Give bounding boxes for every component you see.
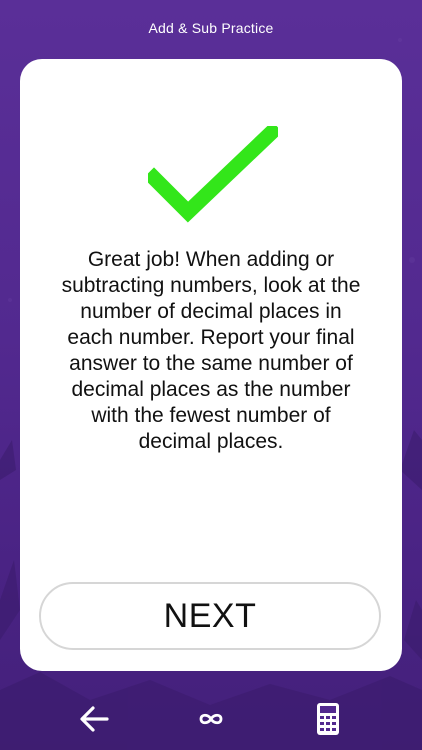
- bottom-navigation: [0, 686, 422, 750]
- next-button-label: NEXT: [163, 596, 257, 635]
- next-button[interactable]: NEXT: [39, 582, 381, 650]
- calculator-button[interactable]: [312, 700, 344, 738]
- back-button[interactable]: [74, 700, 114, 738]
- screen-title: Add & Sub Practice: [148, 20, 274, 36]
- checkmark-icon: [148, 126, 278, 223]
- infinity-icon: [199, 713, 223, 725]
- infinity-button[interactable]: [190, 700, 232, 738]
- back-arrow-icon: [80, 706, 109, 732]
- calculator-icon: [317, 703, 339, 735]
- feedback-card: Great job! When adding or subtracting nu…: [20, 59, 402, 671]
- feedback-message: Great job! When adding or subtracting nu…: [61, 248, 361, 453]
